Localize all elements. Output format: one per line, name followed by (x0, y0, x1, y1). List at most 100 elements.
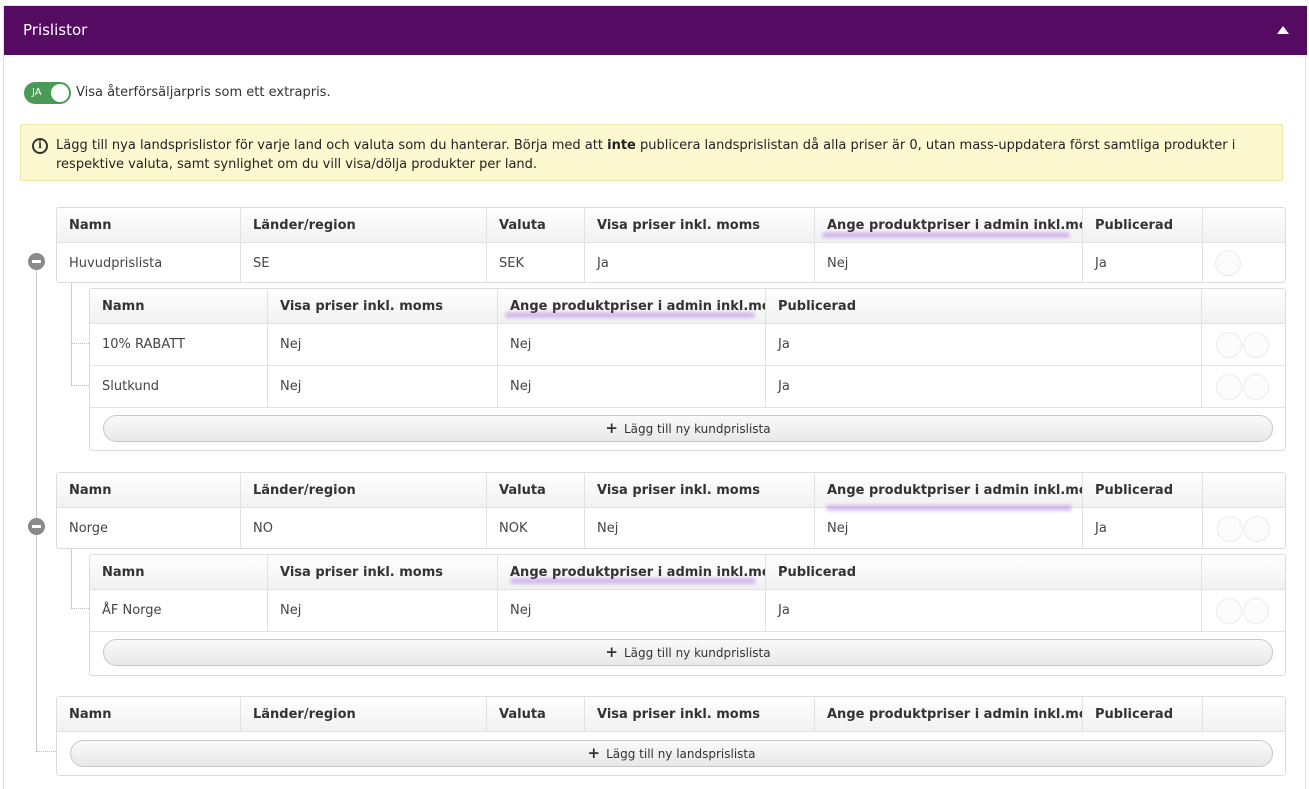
cell-admin-vat: Nej (498, 366, 766, 407)
plus-icon: + (605, 419, 618, 437)
toggle-knob[interactable] (51, 84, 69, 102)
grid-header-row: Namn Visa priser inkl. moms Ange produkt… (90, 289, 1285, 324)
cell-name: Norge (57, 508, 241, 548)
tree-line (36, 268, 37, 751)
col-header-currency[interactable]: Valuta (487, 473, 585, 507)
cell-published: Ja (766, 324, 1202, 365)
table-row[interactable]: Huvudprislista SE SEK Ja Nej Ja (57, 243, 1285, 282)
tree-line (71, 548, 72, 609)
col-header-show-vat[interactable]: Visa priser inkl. moms (585, 473, 815, 507)
col-header-published[interactable]: Publicerad (1083, 208, 1203, 242)
add-customer-pricelist-label: Lägg till ny kundprislista (623, 646, 771, 660)
add-customer-pricelist-label: Lägg till ny kundprislista (623, 422, 771, 436)
col-header-currency[interactable]: Valuta (487, 697, 585, 731)
cell-published: Ja (1083, 508, 1203, 548)
col-header-region[interactable]: Länder/region (241, 208, 487, 242)
minus-circle-icon[interactable] (28, 518, 45, 535)
reseller-price-toggle[interactable]: JA (24, 82, 71, 104)
cell-admin-vat: Nej (498, 324, 766, 365)
info-text: Lägg till nya landsprislistor för varje … (56, 138, 1236, 172)
toggle-state-label: JA (32, 87, 42, 98)
col-header-name[interactable]: Namn (57, 473, 241, 507)
panel-title: Prislistor (23, 21, 88, 39)
cell-show-vat: Nej (585, 508, 815, 548)
col-header-published[interactable]: Publicerad (766, 289, 1202, 323)
table-row[interactable]: 10% RABATT Nej Nej Ja (90, 324, 1285, 366)
cell-published: Ja (1083, 243, 1203, 282)
cell-name: ÅF Norge (90, 590, 268, 631)
cell-show-vat: Nej (268, 590, 498, 631)
cell-currency: NOK (487, 508, 585, 548)
cell-show-vat: Ja (585, 243, 815, 282)
edit-button[interactable] (1216, 598, 1242, 624)
caret-up-icon[interactable] (1277, 26, 1289, 34)
col-header-actions (1203, 473, 1285, 507)
tree-line (71, 283, 72, 386)
panel-header[interactable]: Prislistor (4, 6, 1307, 55)
delete-button[interactable] (1244, 516, 1270, 542)
cell-region: SE (241, 243, 487, 282)
grid-header-row: Namn Visa priser inkl. moms Ange produkt… (90, 555, 1285, 590)
plus-icon: + (605, 643, 618, 661)
cell-show-vat: Nej (268, 366, 498, 407)
highlight-mark (822, 232, 1070, 238)
grid-header-row: Namn Länder/region Valuta Visa priser in… (57, 473, 1285, 508)
action-button[interactable] (1215, 250, 1241, 276)
tree-connector (71, 343, 89, 344)
add-country-pricelist-button[interactable]: + Lägg till ny landsprislista (70, 740, 1273, 767)
col-header-name[interactable]: Namn (90, 555, 268, 589)
cell-published: Ja (766, 590, 1202, 631)
cell-published: Ja (766, 366, 1202, 407)
cell-actions (1202, 590, 1285, 631)
country-pricelist-grid: Namn Länder/region Valuta Visa priser in… (56, 207, 1286, 283)
col-header-actions (1202, 555, 1285, 589)
add-customer-pricelist-button[interactable]: + Lägg till ny kundprislista (103, 639, 1273, 666)
cell-actions (1203, 508, 1285, 548)
cell-name: Slutkund (90, 366, 268, 407)
delete-button[interactable] (1243, 332, 1269, 358)
tree-connector (71, 608, 89, 609)
customer-pricelist-grid: Namn Visa priser inkl. moms Ange produkt… (89, 554, 1286, 676)
col-header-show-vat[interactable]: Visa priser inkl. moms (268, 555, 498, 589)
delete-button[interactable] (1243, 598, 1269, 624)
toggle-description: Visa återförsäljarpris som ett extrapris… (76, 85, 331, 100)
cell-actions (1202, 324, 1285, 365)
highlight-mark (505, 312, 755, 318)
cell-show-vat: Nej (268, 324, 498, 365)
grid-header-row: Namn Länder/region Valuta Visa priser in… (57, 697, 1285, 732)
col-header-admin-vat[interactable]: Ange produktpriser i admin inkl.moms (815, 473, 1083, 507)
cell-admin-vat: Nej (815, 508, 1083, 548)
info-alert: i Lägg till nya landsprislistor för varj… (20, 124, 1283, 181)
edit-button[interactable] (1217, 516, 1243, 542)
col-header-show-vat[interactable]: Visa priser inkl. moms (585, 697, 815, 731)
grid-header-row: Namn Länder/region Valuta Visa priser in… (57, 208, 1285, 243)
col-header-name[interactable]: Namn (90, 289, 268, 323)
minus-circle-icon[interactable] (28, 253, 45, 270)
col-header-name[interactable]: Namn (57, 208, 241, 242)
col-header-show-vat[interactable]: Visa priser inkl. moms (585, 208, 815, 242)
tree-connector (71, 385, 89, 386)
highlight-mark (510, 578, 756, 584)
col-header-published[interactable]: Publicerad (1083, 473, 1203, 507)
col-header-name[interactable]: Namn (57, 697, 241, 731)
plus-icon: + (587, 744, 601, 762)
col-header-show-vat[interactable]: Visa priser inkl. moms (268, 289, 498, 323)
new-country-pricelist-grid: Namn Länder/region Valuta Visa priser in… (56, 696, 1286, 776)
col-header-currency[interactable]: Valuta (487, 208, 585, 242)
cell-currency: SEK (487, 243, 585, 282)
edit-button[interactable] (1216, 374, 1242, 400)
table-row[interactable]: ÅF Norge Nej Nej Ja (90, 590, 1285, 632)
info-circle-icon: i (32, 138, 48, 154)
edit-button[interactable] (1216, 332, 1242, 358)
col-header-admin-vat[interactable]: Ange produktpriser i admin inkl.moms (815, 697, 1083, 731)
delete-button[interactable] (1243, 374, 1269, 400)
table-row[interactable]: Slutkund Nej Nej Ja (90, 366, 1285, 408)
tree-connector (36, 751, 56, 752)
col-header-region[interactable]: Länder/region (241, 473, 487, 507)
cell-admin-vat: Nej (498, 590, 766, 631)
col-header-published[interactable]: Publicerad (1083, 697, 1203, 731)
add-customer-pricelist-button[interactable]: + Lägg till ny kundprislista (103, 415, 1273, 442)
col-header-published[interactable]: Publicerad (766, 555, 1202, 589)
col-header-region[interactable]: Länder/region (241, 697, 487, 731)
table-row[interactable]: Norge NO NOK Nej Nej Ja (57, 508, 1285, 548)
